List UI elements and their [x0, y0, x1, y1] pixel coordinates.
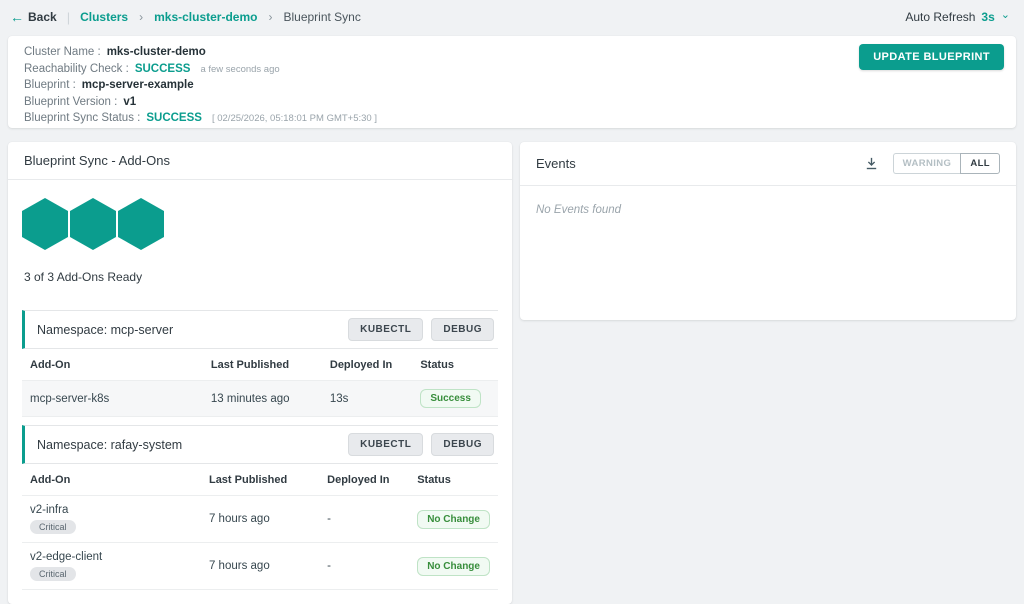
kubectl-button[interactable]: KUBECTL [348, 318, 424, 341]
addons-panel-body: 3 of 3 Add-Ons Ready Namespace: mcp-serv… [8, 180, 512, 604]
deployed-in-cell: 13s [321, 380, 413, 417]
addon-table-header-row: Add-On Last Published Deployed In Status [22, 349, 498, 381]
breadcrumb-clusters-link[interactable]: Clusters [80, 10, 128, 24]
reachability-time: a few seconds ago [200, 63, 280, 75]
no-events-message: No Events found [536, 204, 622, 216]
last-published-cell: 7 hours ago [200, 542, 320, 590]
deployed-in-cell: - [319, 495, 410, 543]
sync-timestamp: [ 02/25/2026, 05:18:01 PM GMT+5:30 ] [211, 113, 377, 124]
addon-hexagons [22, 198, 498, 250]
column-header-addon: Add-On [30, 474, 71, 486]
namespace-section-mcp-server: Namespace: mcp-server KUBECTL DEBUG Add-… [22, 310, 498, 417]
chevron-down-icon[interactable]: ⌄ [1001, 9, 1010, 21]
column-header-status: Status [417, 474, 451, 486]
reachability-label: Reachability Check : [24, 62, 129, 75]
back-arrow-icon: ← [10, 9, 24, 25]
addons-panel: Blueprint Sync - Add-Ons 3 of 3 Add-Ons … [8, 142, 512, 604]
addon-table-header-row: Add-On Last Published Deployed In Status [22, 464, 498, 496]
addon-name: v2-infra [30, 504, 69, 516]
breadcrumb-current-page: Blueprint Sync [283, 10, 361, 24]
addon-table: Add-On Last Published Deployed In Status… [22, 464, 498, 590]
table-row: v2-edge-client Critical 7 hours ago - No… [22, 542, 498, 590]
addons-panel-title: Blueprint Sync - Add-Ons [24, 153, 170, 168]
back-button[interactable]: ← Back [10, 10, 57, 24]
auto-refresh-value[interactable]: 3s [981, 10, 994, 24]
auto-refresh-label: Auto Refresh [905, 10, 976, 24]
status-badge: No Change [417, 556, 490, 576]
back-label: Back [28, 10, 57, 24]
addon-hexagon-icon[interactable] [70, 198, 116, 250]
breadcrumb: ← Back | Clusters › mks-cluster-demo › B… [10, 10, 361, 25]
addon-name-cell: v2-edge-client Critical [22, 542, 201, 590]
sync-status-badge: SUCCESS [146, 112, 202, 124]
namespace-actions: KUBECTL DEBUG [348, 318, 494, 341]
blueprint-row: Blueprint : mcp-server-example [24, 79, 1000, 91]
blueprint-label: Blueprint : [24, 79, 76, 91]
namespace-title: Namespace: mcp-server [37, 322, 174, 337]
debug-button[interactable]: DEBUG [431, 433, 494, 456]
addons-panel-header: Blueprint Sync - Add-Ons [8, 142, 512, 180]
breadcrumb-separator: › [139, 10, 144, 24]
status-badge: No Change [417, 509, 490, 529]
namespace-header: Namespace: rafay-system KUBECTL DEBUG [22, 425, 498, 464]
cluster-name-value: mks-cluster-demo [106, 46, 206, 58]
column-header-addon: Add-On [30, 359, 71, 371]
column-header-last-published: Last Published [208, 474, 288, 486]
column-header-status: Status [420, 359, 454, 371]
table-row: mcp-server-k8s 13 minutes ago 13s Succes… [22, 380, 498, 417]
blueprint-version-label: Blueprint Version : [24, 95, 118, 108]
filter-warning-button[interactable]: WARNING [892, 153, 961, 174]
events-filter-toggle: WARNING ALL [892, 153, 1000, 174]
addons-ready-text: 3 of 3 Add-Ons Ready [24, 270, 143, 284]
update-blueprint-button[interactable]: UPDATE BLUEPRINT [859, 44, 1004, 70]
topbar: ← Back | Clusters › mks-cluster-demo › B… [0, 0, 1024, 34]
download-icon [866, 157, 876, 170]
status-badge: Success [420, 389, 481, 408]
deployed-in-cell: - [319, 542, 410, 590]
sync-status-row: Blueprint Sync Status : SUCCESS [ 02/25/… [24, 112, 1000, 124]
blueprint-value: mcp-server-example [81, 79, 194, 91]
addon-hexagon-icon[interactable] [22, 198, 68, 250]
table-row: v2-infra Critical 7 hours ago - No Chang… [22, 495, 498, 543]
kubectl-button[interactable]: KUBECTL [348, 433, 424, 456]
events-panel-title: Events [536, 156, 576, 171]
addon-name-cell: v2-infra Critical [22, 495, 201, 543]
reachability-status-badge: SUCCESS [134, 62, 191, 75]
events-panel-body: No Events found [520, 186, 1016, 320]
addon-hexagon-icon[interactable] [118, 198, 164, 250]
main-content: Blueprint Sync - Add-Ons 3 of 3 Add-Ons … [8, 142, 1016, 604]
last-published-cell: 7 hours ago [200, 495, 320, 543]
reachability-row: Reachability Check : SUCCESS a few secon… [24, 63, 1000, 75]
column-header-deployed-in: Deployed In [327, 474, 390, 486]
column-header-last-published: Last Published [210, 359, 290, 371]
namespace-header: Namespace: mcp-server KUBECTL DEBUG [22, 310, 498, 349]
last-published-cell: 13 minutes ago [202, 380, 322, 417]
events-panel: Events WARNING ALL No Events found [520, 142, 1016, 320]
cluster-name-row: Cluster Name : mks-cluster-demo [24, 46, 1000, 58]
addon-table: Add-On Last Published Deployed In Status… [22, 349, 498, 417]
breadcrumb-separator: › [268, 10, 273, 24]
download-events-button[interactable] [864, 156, 879, 171]
critical-tag-badge: Critical [30, 520, 76, 534]
namespace-actions: KUBECTL DEBUG [348, 433, 494, 456]
topbar-divider: | [66, 9, 71, 25]
filter-all-button[interactable]: ALL [960, 153, 1000, 174]
addon-name-cell: mcp-server-k8s [22, 380, 203, 417]
column-header-deployed-in: Deployed In [329, 359, 393, 371]
cluster-name-label: Cluster Name : [24, 46, 101, 58]
debug-button[interactable]: DEBUG [431, 318, 494, 341]
blueprint-version-value: v1 [123, 95, 137, 108]
namespace-section-rafay-system: Namespace: rafay-system KUBECTL DEBUG Ad… [22, 425, 498, 590]
events-panel-header: Events WARNING ALL [520, 142, 1016, 186]
critical-tag-badge: Critical [30, 567, 76, 581]
blueprint-version-row: Blueprint Version : v1 [24, 96, 1000, 108]
events-header-actions: WARNING ALL [864, 153, 1000, 174]
sync-status-label: Blueprint Sync Status : [24, 112, 141, 124]
auto-refresh-control[interactable]: Auto Refresh 3s ⌄ [905, 9, 1010, 24]
breadcrumb-cluster-link[interactable]: mks-cluster-demo [154, 10, 257, 24]
cluster-info-card: Cluster Name : mks-cluster-demo Reachabi… [8, 36, 1016, 128]
namespace-title: Namespace: rafay-system [37, 437, 183, 452]
